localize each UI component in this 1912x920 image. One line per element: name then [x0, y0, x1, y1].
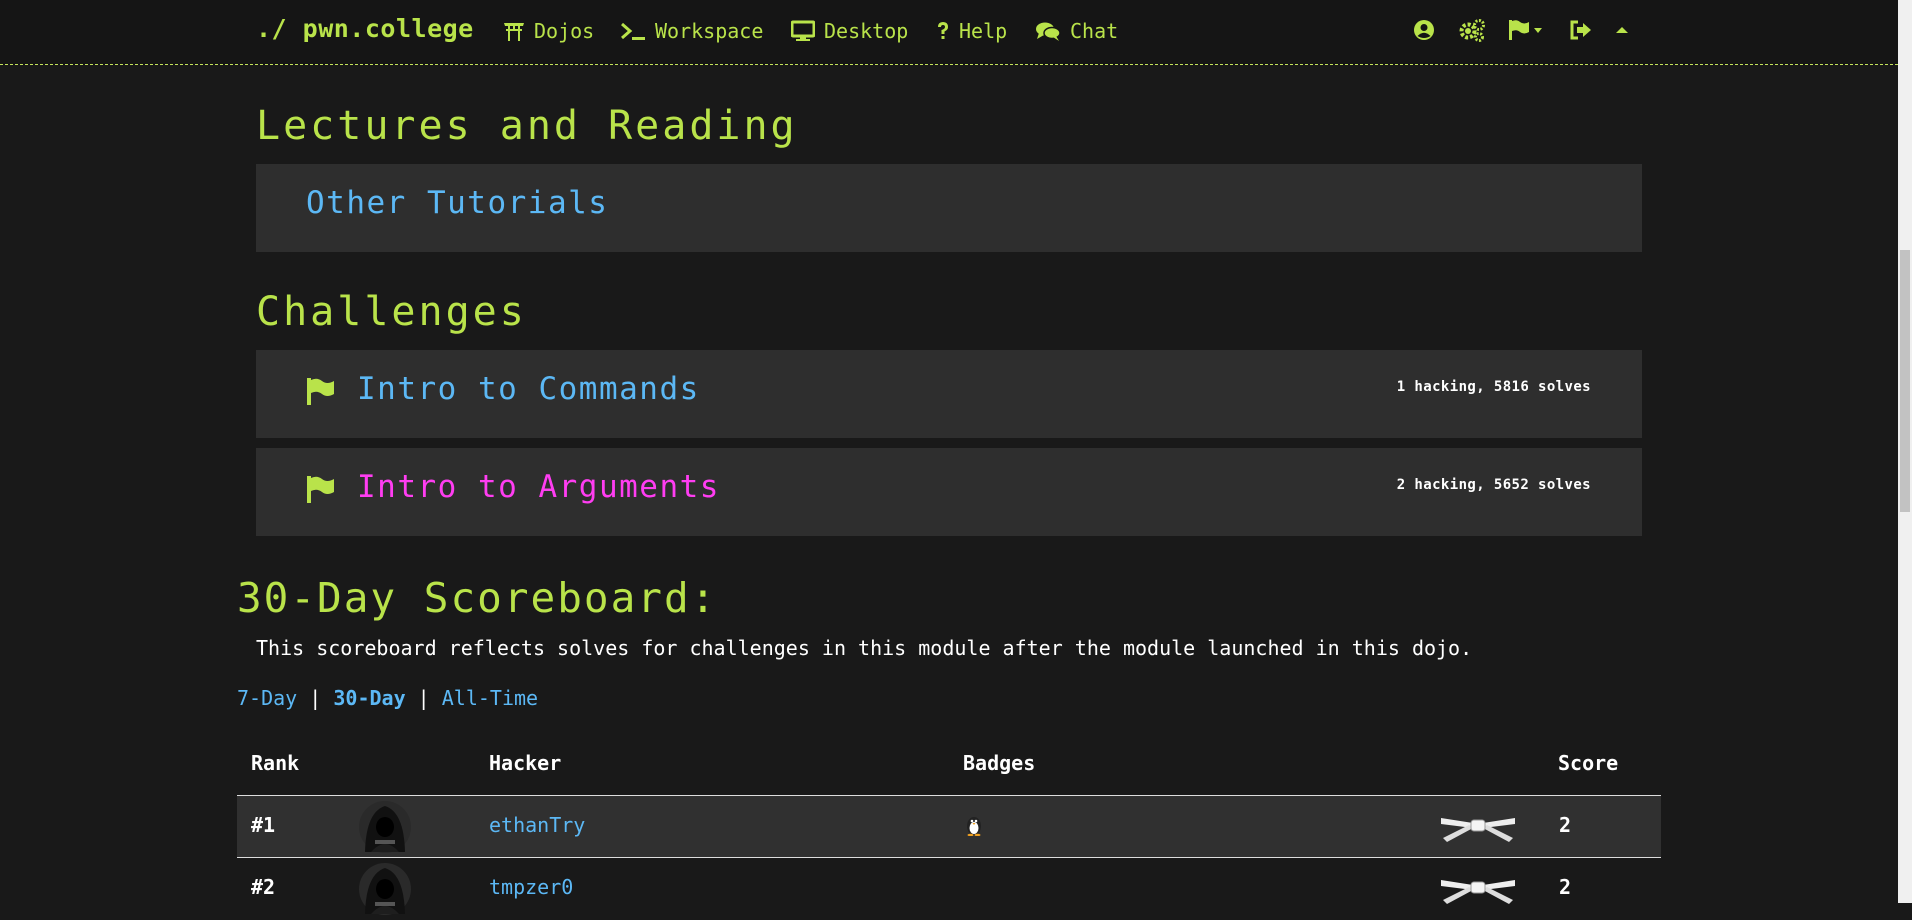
sign-out-icon[interactable]: [1569, 17, 1593, 43]
tab-all-time[interactable]: All-Time: [442, 686, 538, 710]
scoreboard-description: This scoreboard reflects solves for chal…: [256, 636, 1473, 660]
page-scrollbar-thumb[interactable]: [1900, 250, 1910, 512]
penguin-icon[interactable]: [965, 814, 983, 840]
challenge-item-intro-to-commands[interactable]: Intro to Commands 1 hacking, 5816 solves: [256, 350, 1642, 438]
nav-chat-link[interactable]: Chat: [1035, 18, 1118, 44]
tab-7-day[interactable]: 7-Day: [237, 686, 297, 710]
column-header-rank: Rank: [251, 751, 300, 775]
scoreboard-heading: 30-Day Scoreboard:: [237, 574, 718, 622]
nav-dojos-link[interactable]: Dojos: [503, 18, 594, 44]
user-circle-icon[interactable]: [1413, 17, 1435, 43]
nav-help-link[interactable]: Help: [936, 18, 1007, 44]
hacker-name-link[interactable]: tmpzer0: [489, 875, 573, 899]
scoreboard-period-tabs: 7-Day | 30-Day | All-Time: [237, 686, 538, 710]
score-cell: 2: [1559, 813, 1572, 837]
top-navbar: ./ pwn.college Dojos Workspace Desktop H…: [0, 0, 1898, 65]
white-belt-icon: [1439, 808, 1517, 848]
score-cell: 2: [1559, 875, 1572, 899]
nav-help-label: Help: [959, 19, 1008, 43]
nav-dojos-label: Dojos: [534, 19, 595, 43]
challenge-title[interactable]: Intro to Commands: [357, 371, 700, 407]
nav-desktop-label: Desktop: [824, 19, 909, 43]
flag-dropdown-icon[interactable]: [1508, 17, 1544, 43]
rank-cell: #2: [251, 875, 276, 899]
nav-desktop-link[interactable]: Desktop: [791, 18, 908, 44]
nav-workspace-label: Workspace: [655, 19, 764, 43]
white-belt-icon: [1439, 870, 1517, 910]
comments-icon: [1035, 20, 1061, 42]
flag-icon: [306, 475, 336, 507]
flag-icon: [306, 377, 336, 409]
rank-cell: #1: [251, 813, 276, 837]
challenge-solve-stats: 2 hacking, 5652 solves: [1396, 477, 1591, 493]
tab-separator: |: [417, 686, 430, 710]
hacker-name-link[interactable]: ethanTry: [489, 813, 585, 837]
caret-up-icon[interactable]: [1615, 17, 1629, 43]
question-icon: [936, 20, 950, 42]
column-header-score: Score: [1558, 751, 1619, 775]
nav-workspace-link[interactable]: Workspace: [620, 18, 763, 44]
tab-30-day[interactable]: 30-Day: [333, 686, 405, 710]
avatar: [357, 800, 413, 858]
lectures-heading: Lectures and Reading: [256, 103, 798, 149]
tab-separator: |: [309, 686, 322, 710]
lecture-item-other-tutorials[interactable]: Other Tutorials: [256, 164, 1642, 252]
brand-logo-link[interactable]: ./ pwn.college: [256, 14, 474, 43]
desktop-icon: [791, 20, 815, 42]
challenge-title[interactable]: Intro to Arguments: [357, 469, 720, 505]
torii-gate-icon: [503, 20, 525, 42]
nav-chat-label: Chat: [1070, 19, 1119, 43]
column-header-hacker: Hacker: [489, 751, 562, 775]
challenges-heading: Challenges: [256, 289, 527, 335]
table-row: #1 ethanTry 2: [237, 795, 1661, 857]
table-row: #2 tmpzer0 2: [237, 857, 1661, 919]
lecture-item-label[interactable]: Other Tutorials: [306, 185, 608, 221]
column-header-badges: Badges: [963, 751, 1036, 775]
challenge-item-intro-to-arguments[interactable]: Intro to Arguments 2 hacking, 5652 solve…: [256, 448, 1642, 536]
cogs-icon[interactable]: [1458, 17, 1486, 43]
challenge-solve-stats: 1 hacking, 5816 solves: [1396, 379, 1591, 395]
avatar: [357, 862, 413, 920]
terminal-icon: [620, 20, 646, 42]
